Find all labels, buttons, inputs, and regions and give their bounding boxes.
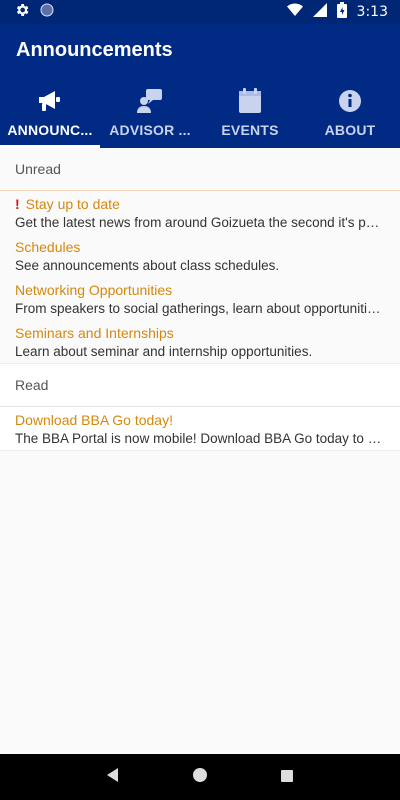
status-left	[14, 2, 54, 22]
exclamation-icon: !	[15, 195, 20, 212]
status-right: 3:13	[286, 2, 388, 22]
back-icon[interactable]	[106, 767, 120, 787]
status-bar: 3:13	[0, 0, 400, 24]
item-title: Networking Opportunities	[15, 281, 173, 298]
advisor-icon	[136, 88, 164, 114]
gear-icon	[14, 2, 30, 22]
list-item[interactable]: Download BBA Go today! The BBA Portal is…	[0, 407, 400, 450]
system-nav-bar	[0, 754, 400, 800]
item-title: ! Stay up to date	[15, 195, 120, 212]
item-title: Download BBA Go today!	[15, 411, 173, 428]
list-item[interactable]: Networking Opportunities From speakers t…	[0, 277, 400, 320]
item-body: From speakers to social gatherings, lear…	[15, 300, 385, 316]
section-header-read: Read	[0, 364, 400, 407]
tab-label: EVENTS	[221, 122, 279, 138]
info-icon	[338, 88, 362, 114]
tab-events[interactable]: EVENTS	[200, 76, 300, 148]
list-item[interactable]: Seminars and Internships Learn about sem…	[0, 320, 400, 363]
tab-label: ABOUT	[324, 122, 376, 138]
item-body: Learn about seminar and internship oppor…	[15, 343, 313, 359]
read-section: Read Download BBA Go today! The BBA Port…	[0, 363, 400, 451]
battery-icon	[336, 2, 347, 22]
announcements-list: Unread ! Stay up to date Get the latest n…	[0, 148, 400, 754]
list-item[interactable]: ! Stay up to date Get the latest news fro…	[0, 191, 400, 234]
wifi-icon	[286, 3, 303, 21]
calendar-icon	[238, 88, 262, 114]
app-bar: Announcements	[0, 24, 400, 76]
section-header-unread: Unread	[0, 148, 400, 191]
item-title: Seminars and Internships	[15, 324, 174, 341]
tab-bar: ANNOUNC... ADVISOR ... EVENTS ABOUT	[0, 76, 400, 148]
item-body: Get the latest news from around Goizueta…	[15, 214, 385, 230]
list-item[interactable]: Schedules See announcements about class …	[0, 234, 400, 277]
tab-about[interactable]: ABOUT	[300, 76, 400, 148]
tab-label: ANNOUNC...	[7, 122, 93, 138]
item-body: See announcements about class schedules.	[15, 257, 280, 273]
tab-label: ADVISOR ...	[109, 122, 191, 138]
megaphone-icon	[37, 88, 63, 114]
tab-announcements[interactable]: ANNOUNC...	[0, 76, 100, 148]
circle-status-icon	[40, 3, 54, 21]
clock-time: 3:13	[356, 4, 388, 20]
item-title: Schedules	[15, 238, 81, 255]
home-icon[interactable]	[192, 767, 208, 787]
recents-icon[interactable]	[280, 768, 294, 787]
signal-icon	[312, 3, 327, 21]
tab-advisor[interactable]: ADVISOR ...	[100, 76, 200, 148]
item-body: The BBA Portal is now mobile! Download B…	[15, 430, 385, 446]
page-title: Announcements	[16, 38, 173, 61]
